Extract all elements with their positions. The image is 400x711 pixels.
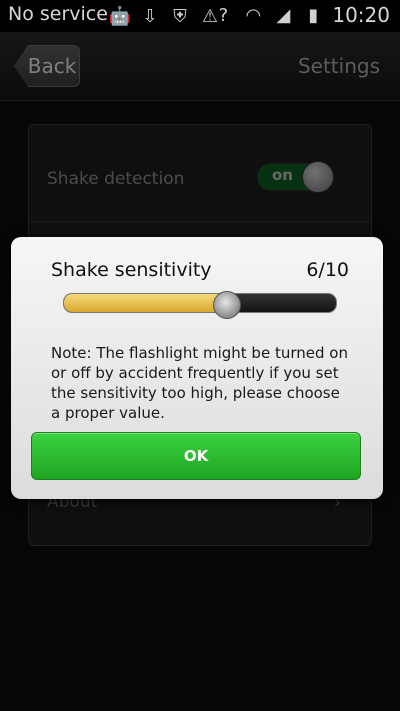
signal-icon: ◢ <box>276 4 291 26</box>
dialog-note: Note: The flashlight might be turned on … <box>51 344 348 422</box>
wifi-icon: ◠ <box>245 4 262 26</box>
sensitivity-slider-fill <box>64 294 228 312</box>
shield-icon: ⛨ <box>173 5 187 27</box>
battery-icon: ▮ <box>308 4 319 26</box>
screen: No service 🤖 ⇩ ⛨ ⚠ ? ◠ ◢ ▮ 10:20 Back Se… <box>0 0 400 711</box>
no-sim-icon: ? <box>218 4 229 26</box>
status-icons-right: ? ◠ ◢ ▮ 10:20 <box>212 3 390 27</box>
status-icons-left: 🤖 ⇩ ⛨ ⚠ <box>108 4 222 28</box>
status-bar: No service 🤖 ⇩ ⛨ ⚠ ? ◠ ◢ ▮ 10:20 <box>0 0 400 32</box>
ok-button[interactable]: OK <box>31 432 361 480</box>
usb-icon: ⇩ <box>142 5 158 27</box>
ok-button-label: OK <box>183 447 209 465</box>
android-debug-icon: 🤖 <box>108 5 132 27</box>
carrier-text: No service <box>8 3 108 25</box>
sensitivity-dialog: Shake sensitivity 6/10 Note: The flashli… <box>11 237 383 499</box>
dialog-title: Shake sensitivity <box>51 259 212 281</box>
sensitivity-value: 6/10 <box>306 259 349 281</box>
sensitivity-slider-thumb[interactable] <box>213 291 242 319</box>
sensitivity-slider-track[interactable] <box>63 293 337 313</box>
clock: 10:20 <box>332 3 390 27</box>
